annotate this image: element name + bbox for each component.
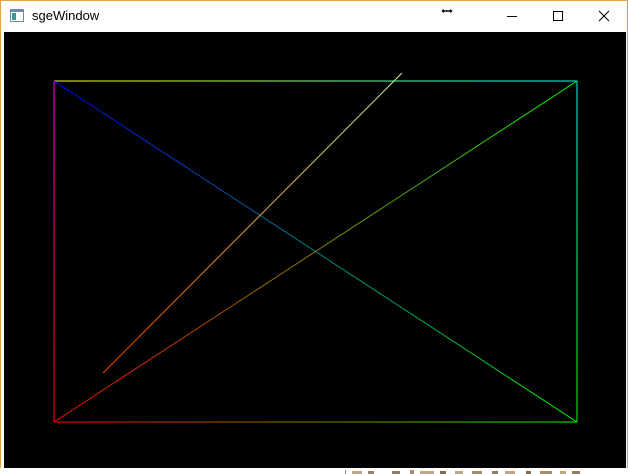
maximize-icon: [553, 11, 563, 21]
resize-cursor-icon: [440, 7, 454, 15]
bottom-strip-graphic: [345, 470, 580, 474]
bottom-strip: [0, 468, 628, 474]
app-window: sgeWindow: [0, 0, 628, 474]
minimize-icon: [507, 16, 517, 17]
app-window-icon: [10, 9, 24, 22]
short-line-red-yellow: [102, 72, 403, 374]
minimize-button[interactable]: [489, 1, 535, 31]
close-button[interactable]: [581, 1, 627, 31]
close-icon: [598, 10, 610, 22]
window-title: sgeWindow: [32, 8, 100, 23]
drawing-canvas[interactable]: [4, 32, 626, 469]
title-bar[interactable]: sgeWindow: [1, 1, 627, 31]
maximize-button[interactable]: [535, 1, 581, 31]
drawing-svg: [53, 72, 578, 423]
